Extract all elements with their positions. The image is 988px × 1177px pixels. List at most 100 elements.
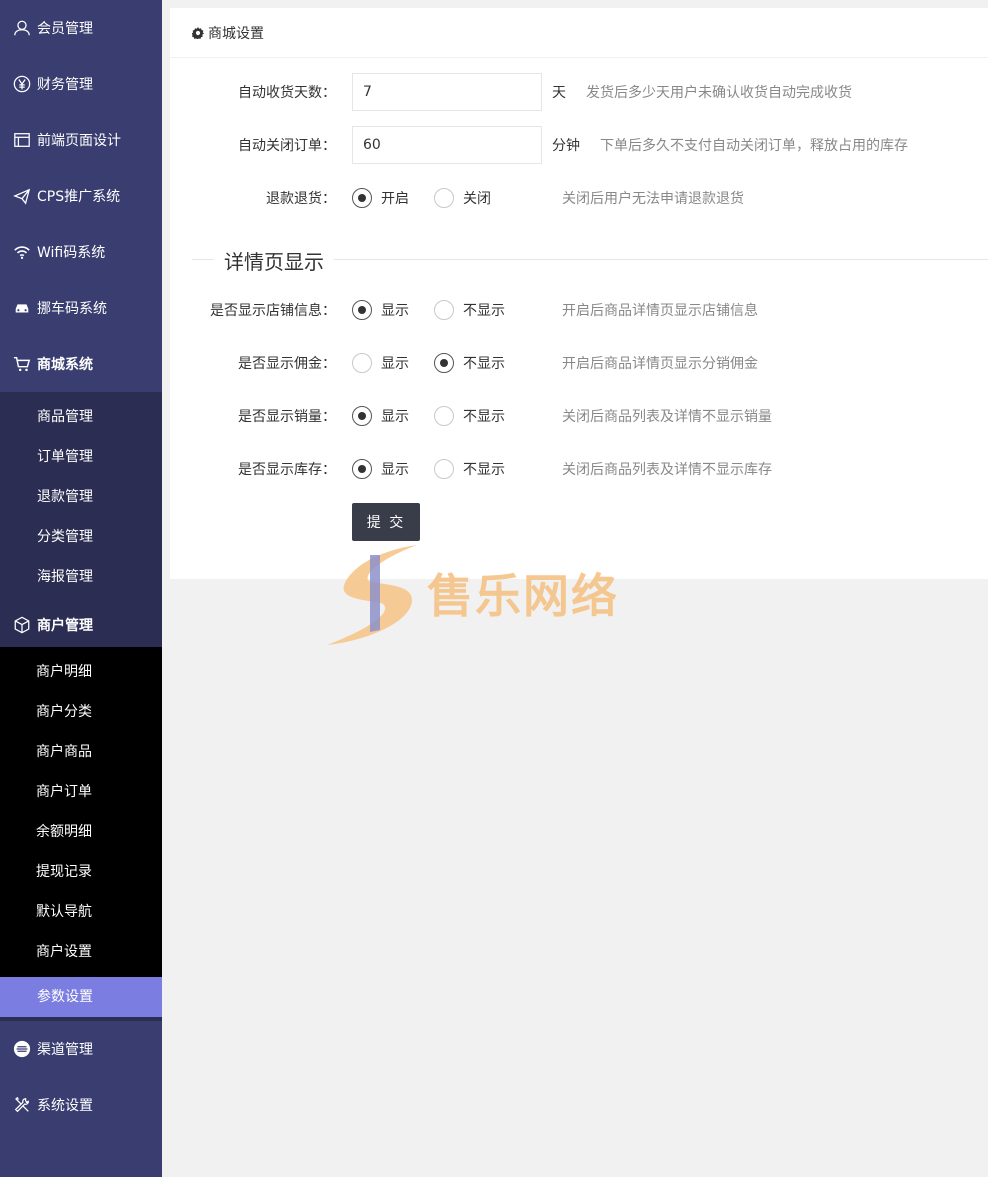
merchant-sub-orders[interactable]: 商户订单 — [0, 772, 162, 812]
shop-sub-products[interactable]: 商品管理 — [0, 397, 162, 437]
merchant-sub-products[interactable]: 商户商品 — [0, 732, 162, 772]
nav-finance[interactable]: 财务管理 — [0, 56, 162, 112]
sidebar: 会员管理 财务管理 前端页面设计 CPS推广系统 Wifi码系统 挪车码系统 商… — [0, 0, 162, 1177]
yen-icon — [12, 74, 32, 94]
show-stock-tip: 关闭后商品列表及详情不显示库存 — [562, 462, 772, 478]
paper-plane-icon — [12, 186, 32, 206]
merchant-sub-detail[interactable]: 商户明细 — [0, 652, 162, 692]
nav-merchant-label: 商户管理 — [37, 617, 93, 634]
cube-icon — [12, 615, 32, 635]
nav-wifi[interactable]: Wifi码系统 — [0, 224, 162, 280]
panel-title: 商城设置 — [208, 25, 264, 42]
user-icon — [12, 18, 32, 38]
merchant-sub-balance[interactable]: 余额明细 — [0, 812, 162, 852]
nav-frontend-label: 前端页面设计 — [37, 133, 121, 149]
show-commission-row: 是否显示佣金： 显示 不显示 开启后商品详情页显示分销佣金 — [170, 344, 988, 382]
refund-on-radio[interactable]: 开启 — [352, 188, 409, 208]
show-stock-show-radio[interactable]: 显示 — [352, 459, 409, 479]
radio-unchecked-icon — [352, 353, 372, 373]
nav-finance-label: 财务管理 — [37, 77, 93, 93]
section-title: 详情页显示 — [214, 246, 334, 275]
show-stock-label: 是否显示库存： — [238, 462, 336, 478]
radio-unchecked-icon — [434, 300, 454, 320]
auto-receive-input[interactable]: 7 — [352, 73, 542, 111]
show-commission-label: 是否显示佣金： — [238, 356, 336, 372]
show-shop-hide-label: 不显示 — [463, 303, 505, 319]
tools-icon — [12, 1095, 32, 1115]
nav-car-label: 挪车码系统 — [37, 301, 107, 317]
shop-sub-refunds[interactable]: 退款管理 — [0, 477, 162, 517]
auto-receive-row: 自动收货天数： 7 天 发货后多少天用户未确认收货自动完成收货 — [170, 73, 988, 111]
cart-icon — [12, 354, 32, 374]
show-shop-show-radio[interactable]: 显示 — [352, 300, 409, 320]
show-stock-row: 是否显示库存： 显示 不显示 关闭后商品列表及详情不显示库存 — [170, 450, 988, 488]
refund-off-label: 关闭 — [463, 191, 491, 207]
nav-shop-label: 商城系统 — [37, 357, 93, 373]
show-shop-row: 是否显示店铺信息： 显示 不显示 开启后商品详情页显示店铺信息 — [170, 291, 988, 329]
panel-header: 商城设置 — [170, 8, 988, 58]
radio-checked-icon — [352, 406, 372, 426]
show-stock-hide-label: 不显示 — [463, 462, 505, 478]
shop-sub-categories[interactable]: 分类管理 — [0, 517, 162, 557]
merchant-sub-category[interactable]: 商户分类 — [0, 692, 162, 732]
nav-channel[interactable]: 渠道管理 — [0, 1021, 162, 1077]
auto-close-input[interactable]: 60 — [352, 126, 542, 164]
show-shop-show-label: 显示 — [381, 303, 409, 319]
show-sales-hide-label: 不显示 — [463, 409, 505, 425]
nav-params-active[interactable]: 参数设置 — [0, 977, 162, 1017]
show-sales-hide-radio[interactable]: 不显示 — [434, 406, 505, 426]
show-sales-row: 是否显示销量： 显示 不显示 关闭后商品列表及详情不显示销量 — [170, 397, 988, 435]
shop-sub-orders[interactable]: 订单管理 — [0, 437, 162, 477]
nav-car[interactable]: 挪车码系统 — [0, 280, 162, 336]
refund-label: 退款退货： — [266, 191, 336, 207]
show-commission-hide-label: 不显示 — [463, 356, 505, 372]
merchant-sub-settings[interactable]: 商户设置 — [0, 932, 162, 972]
refund-on-label: 开启 — [381, 191, 409, 207]
radio-checked-icon — [434, 353, 454, 373]
show-stock-show-label: 显示 — [381, 462, 409, 478]
submit-button[interactable]: 提 交 — [352, 503, 420, 541]
settings-panel: 商城设置 自动收货天数： 7 天 发货后多少天用户未确认收货自动完成收货 自动关… — [170, 8, 988, 579]
merchant-sub-withdraw[interactable]: 提现记录 — [0, 852, 162, 892]
radio-checked-icon — [352, 300, 372, 320]
radio-checked-icon — [352, 459, 372, 479]
show-shop-hide-radio[interactable]: 不显示 — [434, 300, 505, 320]
nav-cps-label: CPS推广系统 — [37, 189, 121, 205]
nav-member[interactable]: 会员管理 — [0, 0, 162, 56]
auto-receive-label: 自动收货天数： — [238, 85, 336, 101]
window-icon — [12, 130, 32, 150]
show-commission-show-label: 显示 — [381, 356, 409, 372]
car-icon — [12, 298, 32, 318]
show-sales-show-label: 显示 — [381, 409, 409, 425]
auto-close-label: 自动关闭订单： — [238, 138, 336, 154]
nav-wifi-label: Wifi码系统 — [37, 245, 106, 261]
radio-unchecked-icon — [434, 406, 454, 426]
auto-receive-unit: 天 — [552, 85, 566, 101]
auto-receive-tip: 发货后多少天用户未确认收货自动完成收货 — [586, 85, 852, 101]
radio-unchecked-icon — [434, 459, 454, 479]
nav-cps[interactable]: CPS推广系统 — [0, 168, 162, 224]
nav-system-label: 系统设置 — [37, 1098, 93, 1114]
nav-frontend[interactable]: 前端页面设计 — [0, 112, 162, 168]
auto-close-row: 自动关闭订单： 60 分钟 下单后多久不支付自动关闭订单，释放占用的库存 — [170, 126, 988, 164]
refund-row: 退款退货： 开启 关闭 关闭后用户无法申请退款退货 — [170, 179, 988, 217]
show-commission-tip: 开启后商品详情页显示分销佣金 — [562, 356, 758, 372]
shop-submenu: 商品管理 订单管理 退款管理 分类管理 海报管理 — [0, 392, 162, 602]
show-commission-show-radio[interactable]: 显示 — [352, 353, 409, 373]
show-stock-hide-radio[interactable]: 不显示 — [434, 459, 505, 479]
radio-checked-icon — [352, 188, 372, 208]
wifi-icon — [12, 242, 32, 262]
show-shop-tip: 开启后商品详情页显示店铺信息 — [562, 303, 758, 319]
refund-tip: 关闭后用户无法申请退款退货 — [562, 191, 744, 207]
refund-off-radio[interactable]: 关闭 — [434, 188, 491, 208]
nav-merchant[interactable]: 商户管理 — [0, 602, 162, 647]
nav-system[interactable]: 系统设置 — [0, 1077, 162, 1133]
nav-shop[interactable]: 商城系统 — [0, 336, 162, 392]
nav-channel-label: 渠道管理 — [37, 1042, 93, 1058]
shop-sub-posters[interactable]: 海报管理 — [0, 557, 162, 597]
auto-close-unit: 分钟 — [552, 138, 580, 154]
show-commission-hide-radio[interactable]: 不显示 — [434, 353, 505, 373]
auto-close-tip: 下单后多久不支付自动关闭订单，释放占用的库存 — [600, 138, 908, 154]
merchant-sub-nav[interactable]: 默认导航 — [0, 892, 162, 932]
show-sales-show-radio[interactable]: 显示 — [352, 406, 409, 426]
